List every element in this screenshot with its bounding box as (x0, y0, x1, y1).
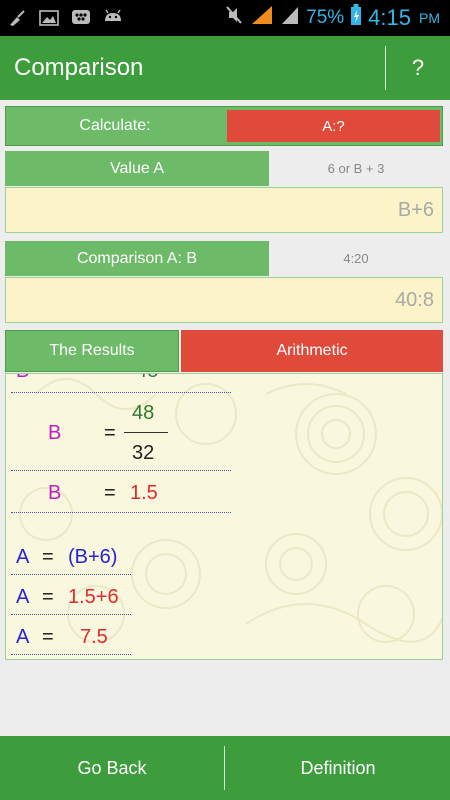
broom-icon (6, 8, 28, 28)
a-expr-equals: = (42, 546, 54, 568)
b-result-equals: = (104, 482, 116, 504)
definition-button[interactable]: Definition (226, 736, 450, 800)
status-bar: 75% 4:15 PM (0, 0, 450, 36)
results-row-separator (11, 654, 131, 655)
a-expr-var: A (16, 546, 30, 568)
mute-icon (224, 4, 244, 32)
battery-percent: 75% (306, 7, 345, 28)
clock-time: 4:15 (368, 5, 411, 30)
calculate-label: Calculate: (79, 117, 151, 134)
comparison-header: Comparison A: B 4:20 (5, 241, 443, 276)
calculate-row: Calculate: A:? (5, 106, 443, 146)
value-a-header: Value A 6 or B + 3 (5, 151, 443, 186)
results-partial-b: B (16, 374, 29, 383)
value-a-hint: 6 or B + 3 (327, 161, 385, 176)
a-result-var: A (16, 626, 30, 648)
calculate-target-selector[interactable]: A:? (227, 110, 440, 142)
a-subst-var: A (16, 586, 30, 608)
battery-charging-icon (350, 4, 362, 32)
fraction-denominator: 32 (132, 442, 155, 464)
value-a-input[interactable]: B+6 (5, 187, 443, 233)
a-subst-value: 1.5+6 (68, 586, 119, 608)
fraction-bar (124, 432, 168, 433)
comparison-hint: 4:20 (343, 251, 369, 266)
go-back-button[interactable]: Go Back (0, 736, 224, 800)
result-tabs: The Results Arithmetic (5, 330, 443, 372)
results-row-separator (11, 574, 131, 575)
app-bar: Comparison ? (0, 36, 450, 100)
page-title: Comparison (14, 54, 144, 81)
results-row-separator (11, 614, 131, 615)
results-row-separator (11, 392, 231, 393)
bbm-icon (70, 8, 92, 28)
value-a-label: Value A (5, 151, 269, 186)
a-subst-equals: = (42, 586, 54, 608)
comparison-label: Comparison A: B (5, 241, 269, 276)
b-result-value: 1.5 (130, 482, 158, 504)
a-expr-value: (B+6) (68, 546, 118, 568)
results-row-separator (11, 512, 231, 513)
image-icon (38, 8, 60, 28)
b-result-var: B (48, 482, 62, 504)
fraction-equals: = (104, 422, 116, 444)
fraction-numerator: 48 (132, 402, 155, 424)
footer-divider (224, 746, 225, 790)
results-row-separator (11, 470, 231, 471)
tab-the-results[interactable]: The Results (5, 330, 179, 372)
clock-ampm: PM (419, 10, 440, 26)
a-result-value: 7.5 (80, 626, 108, 648)
results-partial-value: 48 (136, 374, 158, 383)
signal-icon (250, 4, 274, 32)
footer-bar: Go Back Definition (0, 736, 450, 800)
a-result-equals: = (42, 626, 54, 648)
tab-arithmetic[interactable]: Arithmetic (181, 330, 443, 372)
results-panel[interactable]: B 48 B = 48 32 B = 1.5 A = (B+6) A = 1.5… (5, 373, 443, 660)
android-icon (102, 8, 124, 28)
help-button[interactable]: ? (386, 36, 450, 100)
paisley-background (19, 378, 442, 643)
signal-icon-secondary (280, 4, 300, 32)
fraction-b-var: B (48, 422, 62, 444)
comparison-input[interactable]: 40:8 (5, 277, 443, 323)
